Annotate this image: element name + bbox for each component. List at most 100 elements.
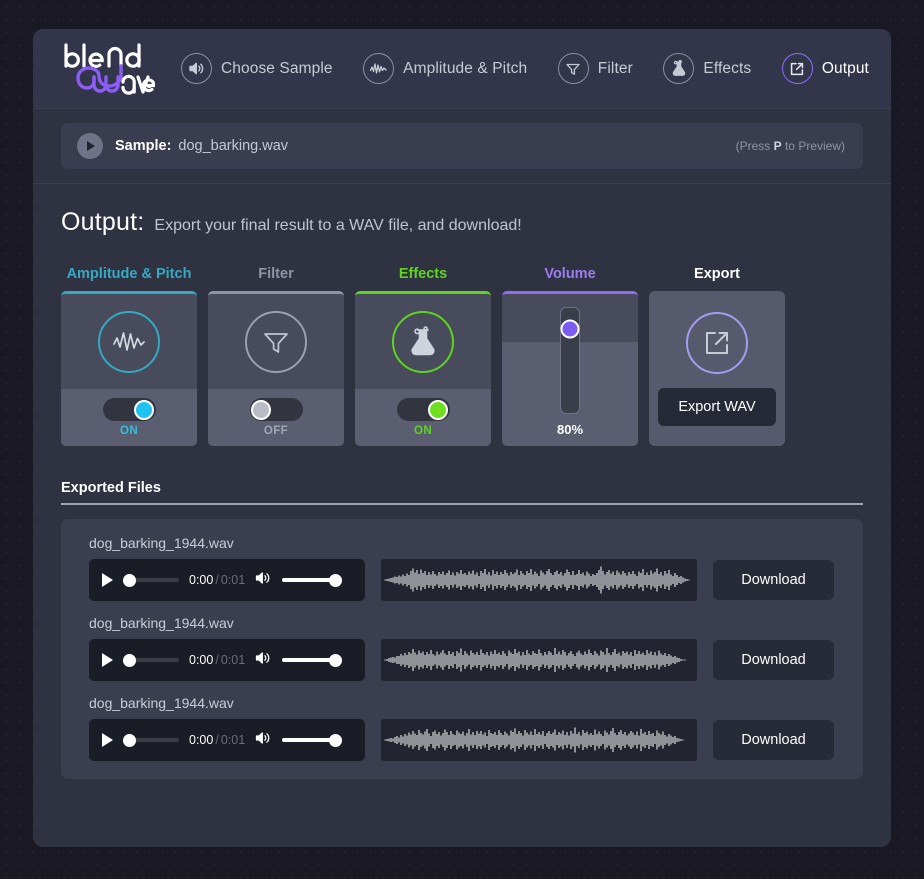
module-box: OFF xyxy=(208,291,344,446)
nav-label: Amplitude & Pitch xyxy=(403,59,528,77)
audio-player[interactable]: 0:00/0:01 xyxy=(89,559,365,601)
waveform-preview xyxy=(381,559,697,601)
download-button[interactable]: Download xyxy=(713,720,834,760)
duration: 0:01 xyxy=(220,573,246,587)
module-title: Export xyxy=(694,266,740,282)
sample-filename: dog_barking.wav xyxy=(178,138,289,154)
volume-slider-knob[interactable] xyxy=(560,319,580,339)
volume-slider[interactable] xyxy=(282,653,343,667)
exported-file-name: dog_barking_1944.wav xyxy=(89,535,234,551)
seek-thumb[interactable] xyxy=(123,733,136,747)
speaker-icon xyxy=(181,53,212,84)
exported-files-divider xyxy=(61,503,863,505)
toggle-knob xyxy=(134,399,154,420)
time-separator: / xyxy=(215,573,219,587)
module-state-label: OFF xyxy=(263,425,289,437)
brand-logo[interactable] xyxy=(61,41,155,97)
volume-slider[interactable] xyxy=(282,733,343,747)
exported-file-name: dog_barking_1944.wav xyxy=(89,695,234,711)
module-state-label: ON xyxy=(413,425,433,437)
audio-player[interactable]: 0:00/0:01 xyxy=(89,639,365,681)
module-export: Export Export WAV xyxy=(649,266,785,446)
audio-time: 0:00/0:01 xyxy=(189,573,245,587)
module-title: Filter xyxy=(258,266,294,282)
nav-item-output[interactable]: Output xyxy=(781,53,869,84)
module-title: Volume xyxy=(544,266,596,282)
module-toggle-area: ON xyxy=(355,389,491,446)
toggle-knob xyxy=(251,399,271,420)
exported-file-row: dog_barking_1944.wav 0:00/0:01 Download xyxy=(89,535,835,601)
nav-item-amplitude-pitch[interactable]: Amplitude & Pitch xyxy=(363,53,527,84)
module-strip: Amplitude & Pitch ON Filter OFF Effects … xyxy=(61,266,863,446)
page-title: Output: xyxy=(61,208,145,236)
module-title: Effects xyxy=(398,266,448,282)
time-separator: / xyxy=(215,653,219,667)
duration: 0:01 xyxy=(220,653,246,667)
waveform-icon xyxy=(363,53,395,84)
current-time: 0:00 xyxy=(189,733,214,747)
current-time: 0:00 xyxy=(189,653,214,667)
export-icon xyxy=(781,53,813,84)
nav-label: Choose Sample xyxy=(221,59,333,77)
module-icon-area xyxy=(61,294,197,389)
waveform-icon xyxy=(98,310,160,373)
nav-label: Effects xyxy=(703,59,752,77)
module-toggle[interactable] xyxy=(396,398,450,421)
current-time: 0:00 xyxy=(189,573,214,587)
seek-thumb[interactable] xyxy=(123,653,136,667)
sample-bar-wrapper: Sample: dog_barking.wav (Press P to Prev… xyxy=(33,109,891,184)
exported-file-controls: 0:00/0:01 Download xyxy=(89,639,835,681)
flask-icon xyxy=(663,53,695,84)
module-icon-area xyxy=(208,294,344,389)
audio-time: 0:00/0:01 xyxy=(189,733,245,747)
nav-label: Output xyxy=(821,59,869,77)
module-effects: Effects ON xyxy=(355,266,491,446)
download-button[interactable]: Download xyxy=(713,560,834,600)
seek-thumb[interactable] xyxy=(123,573,136,587)
speaker-icon[interactable] xyxy=(255,651,272,670)
export-wav-button[interactable]: Export WAV xyxy=(658,388,776,426)
audio-time: 0:00/0:01 xyxy=(189,653,245,667)
nav-item-effects[interactable]: Effects xyxy=(663,53,751,84)
play-icon[interactable] xyxy=(102,573,113,587)
seek-slider[interactable] xyxy=(123,573,179,587)
play-icon[interactable] xyxy=(102,653,113,667)
page-heading: Output: Export your final result to a WA… xyxy=(61,208,863,237)
volume-slider[interactable] xyxy=(560,307,580,414)
module-toggle[interactable] xyxy=(249,398,303,421)
hint-key: P xyxy=(773,139,782,153)
hint-suffix: to Preview) xyxy=(781,139,845,153)
nav-item-choose-sample[interactable]: Choose Sample xyxy=(181,53,333,84)
volume-slider[interactable] xyxy=(282,573,343,587)
volume-thumb[interactable] xyxy=(329,653,343,667)
nav-item-filter[interactable]: Filter xyxy=(557,53,633,84)
nav-label: Filter xyxy=(597,59,633,77)
exported-file-row: dog_barking_1944.wav 0:00/0:01 Download xyxy=(89,615,835,681)
module-amplitude-pitch: Amplitude & Pitch ON xyxy=(61,266,197,446)
play-icon[interactable] xyxy=(102,733,113,747)
page-content: Output: Export your final result to a WA… xyxy=(33,184,891,809)
download-button[interactable]: Download xyxy=(713,640,834,680)
module-title: Amplitude & Pitch xyxy=(66,266,192,282)
seek-slider[interactable] xyxy=(123,653,179,667)
waveform-preview xyxy=(381,639,697,681)
module-toggle[interactable] xyxy=(102,398,156,421)
exported-files-heading: Exported Files xyxy=(61,480,161,496)
time-separator: / xyxy=(215,733,219,747)
app-window: Choose Sample Amplitude & Pitch Filter E… xyxy=(33,29,891,847)
volume-box: 80% xyxy=(502,291,638,446)
volume-thumb[interactable] xyxy=(329,573,343,587)
speaker-icon[interactable] xyxy=(255,571,272,590)
app-header: Choose Sample Amplitude & Pitch Filter E… xyxy=(33,29,891,109)
page-subtitle: Export your final result to a WAV file, … xyxy=(154,217,522,234)
volume-thumb[interactable] xyxy=(329,733,343,747)
speaker-icon[interactable] xyxy=(255,731,272,750)
seek-slider[interactable] xyxy=(123,733,179,747)
module-volume: Volume 80% xyxy=(502,266,638,446)
audio-player[interactable]: 0:00/0:01 xyxy=(89,719,365,761)
volume-slider-area: 80% xyxy=(502,294,638,446)
module-toggle-area: OFF xyxy=(208,389,344,446)
sample-bar: Sample: dog_barking.wav (Press P to Prev… xyxy=(61,123,863,169)
sample-preview-play-button[interactable] xyxy=(77,133,103,159)
funnel-icon xyxy=(245,310,307,373)
